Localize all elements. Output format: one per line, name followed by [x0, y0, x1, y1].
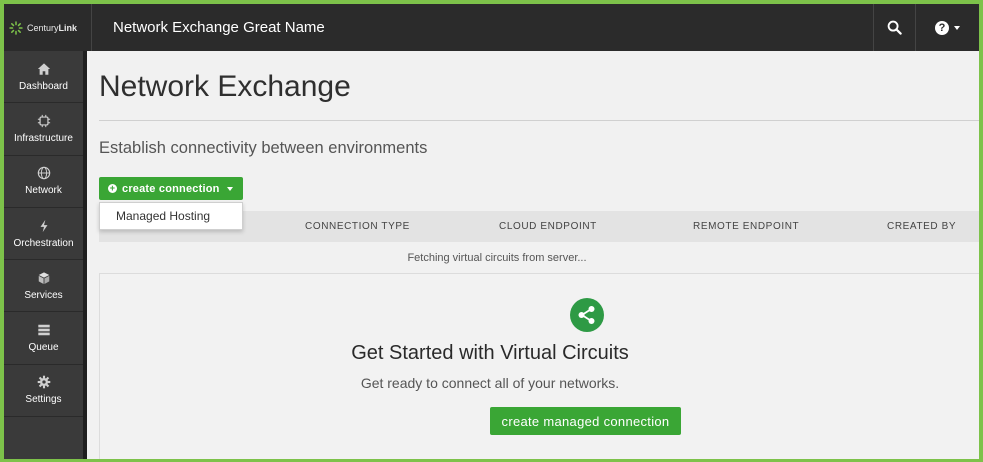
- brand-logo[interactable]: CenturyLink: [4, 4, 92, 51]
- sidebar-item-label: Dashboard: [19, 80, 68, 92]
- queue-icon: [37, 324, 50, 336]
- sidebar-item-label: Orchestration: [13, 237, 74, 249]
- sidebar-item-label: Services: [24, 289, 63, 301]
- create-connection-button[interactable]: + create connection: [99, 177, 243, 200]
- help-menu-button[interactable]: ?: [915, 4, 979, 51]
- search-button[interactable]: [873, 4, 915, 51]
- app-title: Network Exchange Great Name: [113, 19, 325, 36]
- column-header-cloud-endpoint[interactable]: CLOUD ENDPOINT: [499, 221, 597, 232]
- chevron-down-icon: [954, 25, 960, 30]
- empty-state-subtitle: Get ready to connect all of your network…: [360, 375, 620, 391]
- sunburst-logo-icon: [9, 20, 23, 35]
- globe-icon: [37, 166, 50, 180]
- sidebar-item-infrastructure[interactable]: Infrastructure: [4, 103, 83, 156]
- create-connection-label: create connection: [122, 182, 220, 195]
- sidebar-item-orchestration[interactable]: Orchestration: [4, 208, 83, 261]
- sidebar-item-label: Network: [25, 185, 62, 197]
- sidebar: Dashboard Infrastructure Network Orchest…: [4, 51, 83, 459]
- sidebar-item-services[interactable]: Services: [4, 260, 83, 313]
- plus-circle-icon: +: [108, 183, 117, 193]
- chip-icon: [37, 114, 50, 128]
- divider: [99, 120, 979, 121]
- fetching-status-text: Fetching virtual circuits from server...: [407, 252, 587, 264]
- column-header-connection-type[interactable]: CONNECTION TYPE: [305, 221, 410, 232]
- page-title: Network Exchange: [99, 70, 351, 103]
- sidebar-item-label: Infrastructure: [14, 132, 73, 144]
- cube-icon: [38, 272, 49, 284]
- empty-state-title: Get Started with Virtual Circuits: [351, 342, 629, 364]
- brand-name: CenturyLink: [27, 22, 78, 33]
- home-icon: [37, 62, 50, 75]
- top-bar: CenturyLink Network Exchange Great Name …: [4, 4, 979, 51]
- column-header-remote-endpoint[interactable]: REMOTE ENDPOINT: [693, 221, 799, 232]
- table-status-row: Fetching virtual circuits from server...: [99, 242, 979, 274]
- create-managed-connection-button[interactable]: create managed connection: [490, 407, 681, 435]
- dropdown-item-managed-hosting[interactable]: Managed Hosting: [100, 203, 242, 229]
- sidebar-item-network[interactable]: Network: [4, 156, 83, 208]
- page-subtitle: Establish connectivity between environme…: [99, 139, 428, 157]
- share-circuit-icon: [570, 298, 604, 332]
- search-icon: [887, 20, 902, 35]
- chevron-down-icon: [226, 186, 233, 191]
- sidebar-item-dashboard[interactable]: Dashboard: [4, 51, 83, 104]
- column-header-created-by[interactable]: CREATED BY: [887, 221, 956, 232]
- create-connection-dropdown: Managed Hosting: [99, 202, 243, 230]
- empty-state-panel: Get Started with Virtual Circuits Get re…: [99, 274, 979, 459]
- help-icon: ?: [935, 20, 949, 35]
- app-window: CenturyLink Network Exchange Great Name …: [4, 4, 979, 459]
- sidebar-item-label: Settings: [25, 394, 62, 406]
- main-content: Network Exchange Establish connectivity …: [87, 51, 979, 459]
- orchestration-icon: [40, 219, 47, 232]
